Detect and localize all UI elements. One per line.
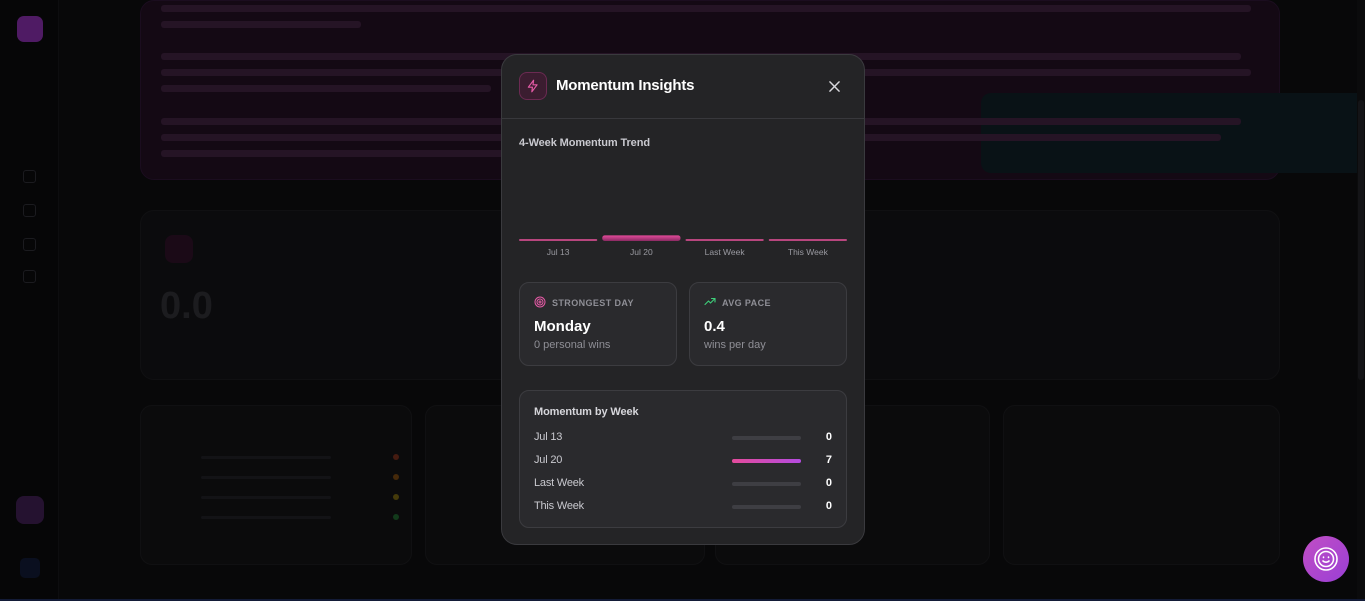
week-label: This Week — [534, 500, 584, 512]
week-label: Jul 13 — [534, 431, 563, 443]
week-value: 0 — [825, 477, 832, 489]
trend-tick-label: Last Week — [705, 247, 746, 257]
trend-tick-label: This Week — [788, 247, 829, 257]
close-button[interactable] — [825, 77, 843, 95]
trend-bar[interactable] — [685, 239, 764, 241]
trend-tick-label: Jul 20 — [630, 247, 653, 257]
trend-bar[interactable] — [768, 239, 847, 241]
week-progress-track — [732, 482, 801, 486]
trend-title: 4-Week Momentum Trend — [519, 137, 650, 149]
week-progress-track — [732, 459, 801, 463]
smiley-icon — [1314, 547, 1338, 571]
avg-pace-card: AVG PACE 0.4 wins per day — [689, 282, 847, 366]
momentum-by-week-card: Momentum by Week Jul 13 0 Jul 20 7 Last … — [519, 390, 847, 528]
week-card-title: Momentum by Week — [534, 406, 639, 418]
week-row: Jul 20 7 — [534, 453, 832, 469]
week-progress-track — [732, 505, 801, 509]
trend-tick-label: Jul 13 — [547, 247, 570, 257]
momentum-trend-chart: Jul 13 Jul 20 Last Week This Week — [519, 235, 847, 257]
strongest-day-card: STRONGEST DAY Monday 0 personal wins — [519, 282, 677, 366]
week-label: Last Week — [534, 477, 584, 489]
momentum-insights-modal: Momentum Insights 4-Week Momentum Trend … — [501, 54, 865, 545]
assistant-button[interactable] — [1303, 536, 1349, 582]
modal-header: Momentum Insights — [502, 55, 864, 119]
trend-bar[interactable] — [602, 235, 681, 241]
close-icon — [828, 80, 840, 92]
trending-up-icon — [704, 297, 716, 306]
week-progress-fill — [732, 459, 801, 463]
target-icon — [534, 296, 546, 308]
stat-value: 0.4 — [704, 318, 725, 335]
stat-subtext: wins per day — [704, 339, 766, 351]
week-row: Last Week 0 — [534, 476, 832, 492]
week-value: 0 — [825, 431, 832, 443]
week-row: Jul 13 0 — [534, 430, 832, 446]
lightning-icon — [519, 72, 547, 100]
week-value: 0 — [825, 500, 832, 512]
week-progress-track — [732, 436, 801, 440]
trend-bar[interactable] — [519, 239, 598, 241]
stat-label: STRONGEST DAY — [552, 298, 634, 308]
stat-label: AVG PACE — [722, 298, 771, 308]
modal-title: Momentum Insights — [556, 77, 695, 94]
stat-value: Monday — [534, 318, 591, 335]
stat-subtext: 0 personal wins — [534, 339, 611, 351]
week-row: This Week 0 — [534, 499, 832, 515]
week-value: 7 — [825, 454, 832, 466]
week-label: Jul 20 — [534, 454, 563, 466]
